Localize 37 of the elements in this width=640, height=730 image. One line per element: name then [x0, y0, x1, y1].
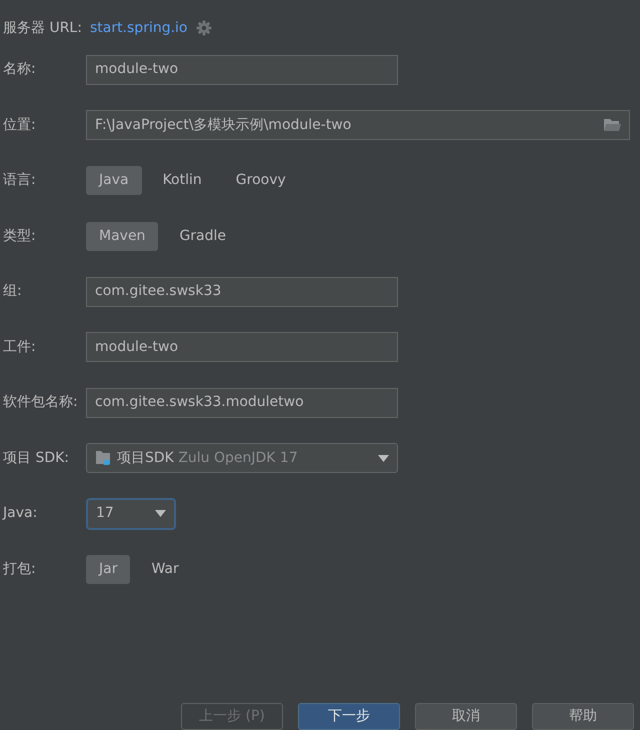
text-field[interactable]: module-two	[86, 54, 398, 85]
option-tab[interactable]: Gradle	[166, 222, 240, 251]
field-value: 项目SDK Zulu OpenJDK 17	[117, 448, 298, 468]
text-field[interactable]: com.gitee.swsk33	[86, 276, 398, 307]
field-label: 软件包名称:	[2, 393, 79, 412]
folder-icon[interactable]	[603, 118, 621, 132]
field-label: 语言:	[2, 171, 37, 190]
field-value: 17	[96, 504, 114, 524]
field-label: 工件:	[2, 338, 37, 357]
field-label: 类型:	[2, 226, 37, 246]
field-label: 组:	[2, 282, 23, 302]
dialog-button[interactable]: 帮助	[532, 703, 634, 730]
dialog-button[interactable]: 下一步	[298, 703, 400, 730]
path-field[interactable]: F:\JavaProject\多模块示例\module-two	[86, 110, 630, 140]
folder-cup-icon	[95, 449, 113, 468]
caret-icon	[155, 510, 166, 518]
settings-icon[interactable]	[196, 20, 212, 36]
option-tab[interactable]: Jar	[86, 554, 130, 584]
field-value: F:\JavaProject\多模块示例\module-two	[95, 116, 352, 135]
field-label: 项目 SDK:	[2, 448, 70, 468]
option-tab[interactable]: Maven	[86, 222, 158, 251]
text-field[interactable]: com.gitee.swsk33.moduletwo	[86, 388, 398, 418]
option-tab[interactable]: Kotlin	[150, 166, 215, 196]
option-tab[interactable]: Java	[86, 166, 142, 196]
java-dropdown[interactable]: 17	[86, 498, 176, 530]
option-tab[interactable]: Groovy	[222, 166, 299, 196]
field-label: Java:	[1, 504, 38, 524]
caret-icon	[378, 454, 389, 462]
field-label: 位置:	[2, 116, 37, 135]
server-link[interactable]: start.spring.io	[90, 18, 188, 38]
dialog-button[interactable]: 取消	[415, 703, 517, 730]
option-tab[interactable]: War	[138, 554, 192, 584]
field-label: 打包:	[2, 560, 37, 579]
field-label: 名称:	[2, 60, 37, 80]
field-label: 服务器 URL:	[3, 18, 82, 38]
text-field[interactable]: module-two	[86, 332, 398, 362]
sdk-dropdown[interactable]: 项目SDK Zulu OpenJDK 17	[86, 443, 398, 474]
